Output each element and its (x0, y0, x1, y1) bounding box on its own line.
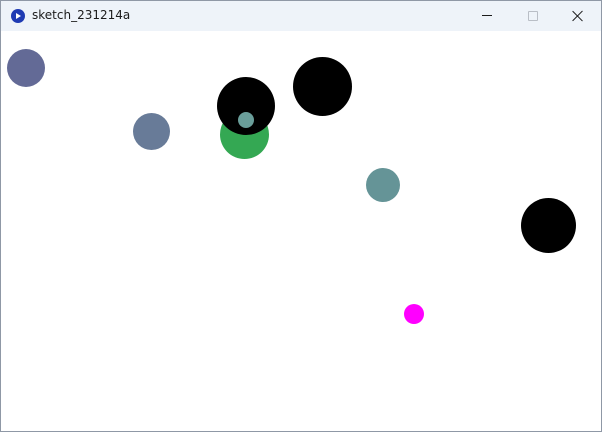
app-window: sketch_231214a (0, 0, 602, 432)
circle-purple (7, 49, 45, 87)
title-bar[interactable]: sketch_231214a (1, 1, 601, 31)
circle-black-3 (521, 198, 576, 253)
circle-magenta (404, 304, 424, 324)
circle-teal-small (238, 112, 254, 128)
minimize-button[interactable] (465, 1, 511, 31)
maximize-button[interactable] (510, 1, 556, 31)
minimize-icon (482, 15, 492, 16)
close-icon (572, 10, 584, 22)
close-button[interactable] (555, 1, 601, 31)
app-icon (11, 9, 25, 23)
circle-slate (133, 113, 170, 150)
circle-black-2 (293, 57, 352, 116)
circle-teal (366, 168, 400, 202)
sketch-canvas[interactable] (1, 31, 601, 431)
window-title: sketch_231214a (32, 8, 131, 22)
maximize-icon (528, 11, 538, 21)
